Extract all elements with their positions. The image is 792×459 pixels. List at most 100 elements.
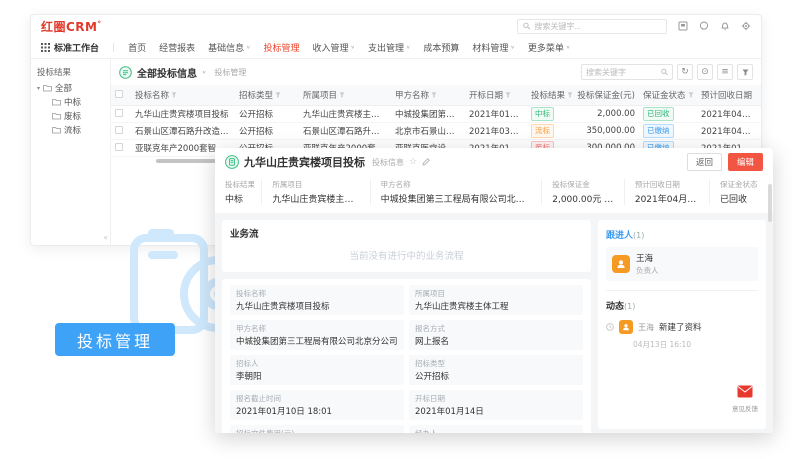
edit-button[interactable]: 编辑: [728, 153, 763, 171]
col-deposit[interactable]: 投标保证金(元): [573, 85, 639, 105]
col-deposit-status[interactable]: 保证金状态: [639, 85, 697, 105]
nav-divider: |: [112, 43, 115, 53]
bid-management-caption-button[interactable]: 投标管理: [55, 323, 175, 356]
cell-recover-date: 2021年04月15日: [697, 105, 761, 122]
nav-item-bid-management[interactable]: 投标管理: [264, 41, 300, 54]
status-badge: 已回收: [643, 107, 674, 121]
feedback-envelope-icon: [737, 385, 753, 398]
screenshot-canvas: 投标管理 红圈CRM° 标准工作台 | 首页 经营报表: [0, 0, 792, 459]
select-all-checkbox[interactable]: [111, 85, 131, 105]
cell-project-link[interactable]: 九华山庄贵宾楼主体工程: [299, 105, 391, 122]
col-recover-date[interactable]: 预计回收日期: [697, 85, 761, 105]
row-checkbox[interactable]: [111, 139, 131, 156]
nav-item-reports[interactable]: 经营报表: [159, 41, 195, 54]
tree-item-won[interactable]: 中标: [52, 95, 104, 109]
feedback-label: 意见反馈: [727, 403, 763, 413]
nav-item-expense[interactable]: 支出管理∨: [368, 41, 410, 54]
avatar: [612, 255, 630, 273]
field-handler: 经办人王海: [409, 425, 583, 433]
chevron-down-icon: ∨: [510, 45, 514, 51]
tree-title: 投标结果: [37, 66, 104, 78]
chevron-down-icon: ∨: [406, 45, 410, 51]
filter-icon[interactable]: [505, 92, 511, 98]
filter-button[interactable]: [737, 64, 753, 80]
result-badge: 中标: [531, 107, 554, 121]
back-button[interactable]: 返回: [687, 153, 722, 171]
cell-status: 已缴纳: [639, 122, 697, 139]
col-bid-name[interactable]: 投标名称: [131, 85, 235, 105]
columns-button[interactable]: ≡: [717, 64, 733, 80]
cell-project-link[interactable]: 石景山区潭石路升改造工程: [299, 122, 391, 139]
global-search-input[interactable]: [534, 22, 661, 31]
nav-item-cost-budget[interactable]: 成本预算: [423, 41, 459, 54]
cell-actions[interactable]: [761, 105, 762, 122]
shortcut-icon[interactable]: [678, 21, 688, 31]
nav-item-home[interactable]: 首页: [128, 41, 146, 54]
filter-icon[interactable]: [431, 92, 437, 98]
filter-icon[interactable]: [567, 92, 573, 98]
nav-item-materials[interactable]: 材料管理∨: [472, 41, 514, 54]
cell-party-link[interactable]: 北京市石景山区住房和城...: [391, 122, 465, 139]
settings-button[interactable]: ⊙: [697, 64, 713, 80]
uppercase-link[interactable]: 大写: [604, 195, 614, 205]
col-project[interactable]: 所属项目: [299, 85, 391, 105]
cell-actions[interactable]: [761, 122, 762, 139]
chevron-down-icon[interactable]: ∨: [202, 69, 206, 75]
result-tree-sidebar: 投标结果 ▾ 全部 中标 废标: [31, 59, 111, 246]
global-search[interactable]: [517, 19, 667, 34]
filter-icon[interactable]: [275, 92, 281, 98]
message-icon[interactable]: [699, 21, 709, 31]
row-checkbox[interactable]: [111, 105, 131, 122]
follower-item[interactable]: 王海 负责人: [606, 247, 758, 281]
col-party[interactable]: 甲方名称: [391, 85, 465, 105]
summary-recover-date: 预计回收日期 2021年04月15日: [624, 179, 709, 205]
col-result[interactable]: 投标结果: [527, 85, 573, 105]
sidebar-collapse-handle[interactable]: «: [103, 233, 108, 242]
activity-time: 04月13日 16:10: [633, 339, 758, 350]
follower-section-title[interactable]: 跟进人(1): [606, 228, 758, 241]
refresh-button[interactable]: ↻: [677, 64, 693, 80]
detail-subtitle: 投标信息: [372, 157, 404, 168]
filter-icon[interactable]: [339, 92, 345, 98]
project-link[interactable]: 九华山庄贵宾楼主体工程: [415, 300, 577, 312]
cell-party-link[interactable]: 中城投集团第三工程局有...: [391, 105, 465, 122]
party-link[interactable]: 中城投集团第三工程局有限公司北京分公司: [381, 192, 532, 205]
list-title[interactable]: 全部投标信息: [137, 65, 197, 80]
filter-icon[interactable]: [171, 92, 177, 98]
nav-item-basic-info[interactable]: 基础信息∨: [208, 41, 250, 54]
vertical-scrollbar[interactable]: [768, 184, 772, 222]
table-row[interactable]: 石景山区潭石路升改造工程 公开招标 石景山区潭石路升改造工程 北京市石景山区住房…: [111, 122, 762, 139]
list-category-icon: [119, 66, 132, 79]
tree-item-failed[interactable]: 流标: [52, 123, 104, 137]
col-open-date[interactable]: 开标日期: [465, 85, 527, 105]
edit-title-icon[interactable]: [422, 158, 430, 166]
table-header-row: 投标名称 招标类型 所属项目 甲方名称 开标日期 投标结果 投标保证金(元) 保…: [111, 85, 762, 105]
feedback-widget[interactable]: 意见反馈: [727, 383, 763, 413]
cell-status: 已回收: [639, 105, 697, 122]
star-icon[interactable]: ☆: [409, 157, 417, 167]
cell-bid-name-link[interactable]: 九华山庄贵宾楼项目投标: [131, 105, 235, 122]
filter-icon[interactable]: [688, 92, 694, 98]
nav-item-more-menu[interactable]: 更多菜单∨: [528, 41, 570, 54]
table-row[interactable]: 九华山庄贵宾楼项目投标 公开招标 九华山庄贵宾楼主体工程 中城投集团第三工程局有…: [111, 105, 762, 122]
bid-table: 投标名称 招标类型 所属项目 甲方名称 开标日期 投标结果 投标保证金(元) 保…: [111, 85, 762, 157]
detail-title: 九华山庄贵宾楼项目投标: [244, 154, 365, 170]
row-checkbox[interactable]: [111, 122, 131, 139]
cell-bid-name-link[interactable]: 石景山区潭石路升改造工程: [131, 122, 235, 139]
party-link[interactable]: 中城投集团第三工程局有限公司北京分公司: [236, 335, 398, 347]
col-bid-type[interactable]: 招标类型: [235, 85, 299, 105]
workbench-switcher[interactable]: 标准工作台: [41, 41, 99, 54]
gear-icon[interactable]: [741, 21, 751, 31]
project-link[interactable]: 九华山庄贵宾楼主体工程: [272, 192, 359, 205]
folder-icon: [43, 84, 52, 92]
nav-item-income[interactable]: 收入管理∨: [313, 41, 355, 54]
tree-item-all[interactable]: ▾ 全部: [37, 81, 104, 95]
field-signup-method: 报名方式网上报名: [409, 320, 583, 350]
bell-icon[interactable]: [720, 21, 730, 31]
list-search-input[interactable]: [586, 68, 658, 77]
activity-actor: 王海: [638, 322, 654, 333]
list-search[interactable]: [581, 64, 673, 80]
tree-item-invalid[interactable]: 废标: [52, 109, 104, 123]
tree-expand-icon[interactable]: ▾: [37, 85, 40, 92]
result-badge: 流标: [531, 124, 554, 138]
